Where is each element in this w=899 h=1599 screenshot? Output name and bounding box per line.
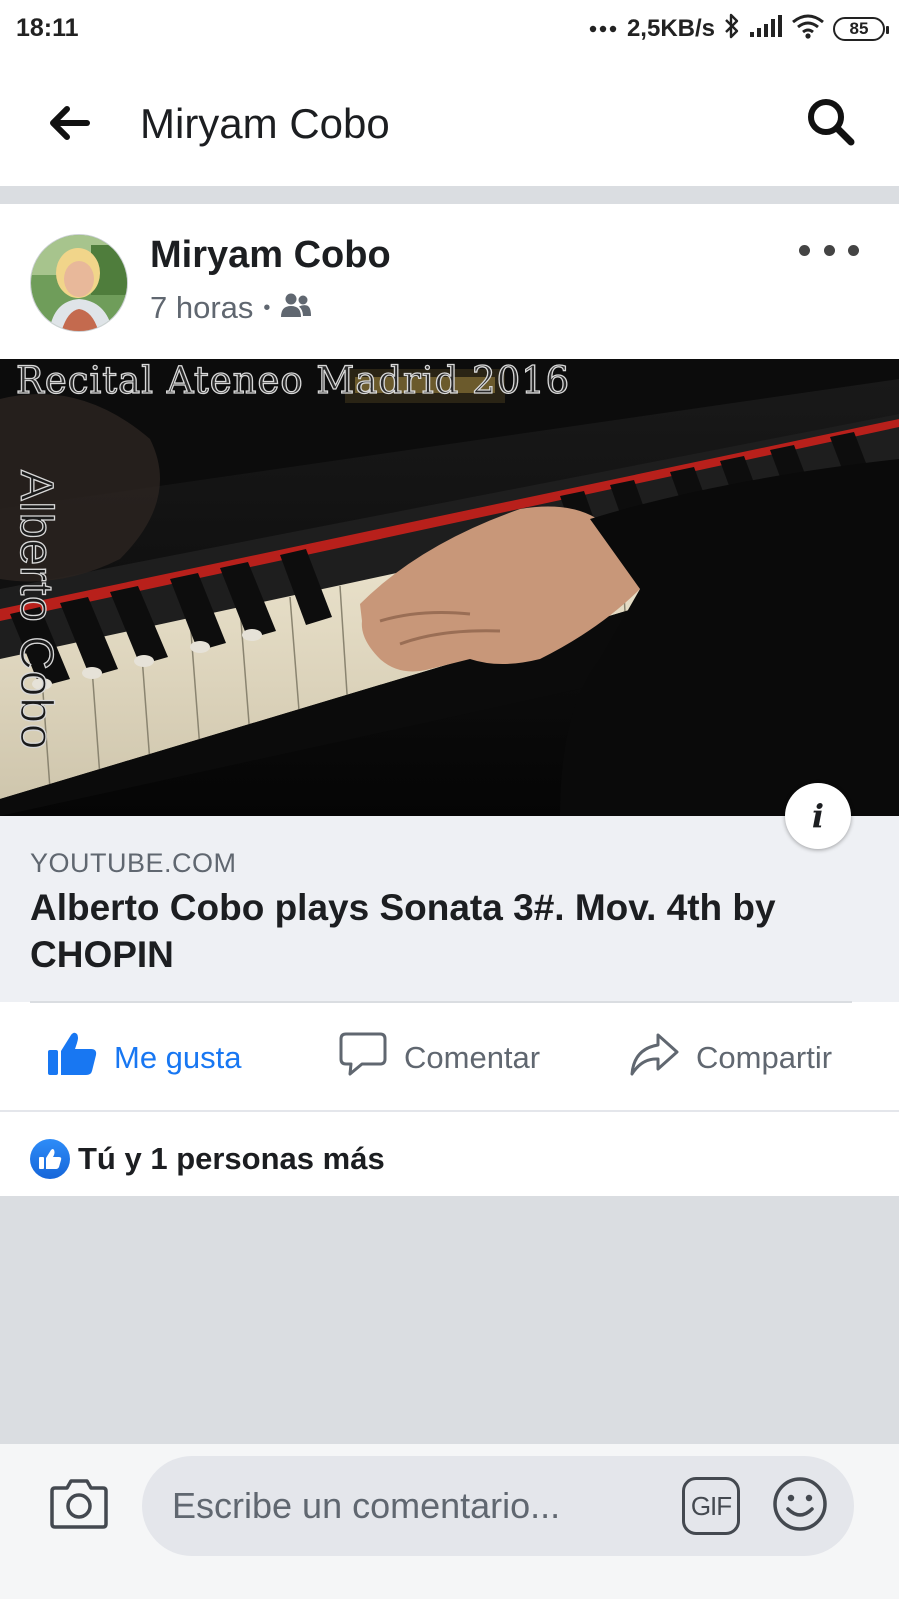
- more-horizontal-icon: [799, 244, 810, 256]
- gif-button[interactable]: GIF: [682, 1477, 740, 1535]
- video-thumbnail[interactable]: Recital Ateneo Madrid 2016: [0, 359, 899, 816]
- like-label: Me gusta: [114, 1040, 242, 1075]
- link-source: YOUTUBE.COM: [30, 848, 237, 878]
- search-button[interactable]: [801, 94, 861, 154]
- page-title: Miryam Cobo: [140, 100, 390, 147]
- post-author[interactable]: Miryam Cobo: [150, 234, 391, 277]
- comment-icon: [338, 1031, 388, 1085]
- post-actions: Me gusta Comentar Compartir: [0, 1003, 899, 1111]
- link-title: Alberto Cobo plays Sonata 3#. Mov. 4th b…: [30, 887, 776, 975]
- divider: [0, 186, 899, 204]
- status-icons: 2,5KB/s 85: [589, 12, 889, 45]
- post-time[interactable]: 7 horas: [150, 290, 253, 326]
- like-reaction-icon: [30, 1139, 70, 1179]
- reactions-text: Tú y 1 personas más: [78, 1141, 385, 1176]
- reactions-summary[interactable]: Tú y 1 personas más: [0, 1112, 899, 1196]
- friends-icon: [280, 290, 312, 326]
- comment-input[interactable]: [172, 1476, 662, 1536]
- status-time: 18:11: [16, 14, 79, 42]
- search-icon: [805, 96, 857, 153]
- share-icon: [628, 1031, 680, 1085]
- thumbs-up-icon: [46, 1031, 98, 1085]
- comment-button[interactable]: Comentar: [338, 1029, 540, 1087]
- share-label: Compartir: [696, 1040, 833, 1075]
- post-header: Miryam Cobo 7 horas •: [0, 204, 899, 364]
- comment-field: GIF: [142, 1456, 854, 1556]
- like-button[interactable]: Me gusta: [46, 1029, 242, 1087]
- arrow-left-icon: [47, 105, 91, 146]
- video-watermark-title: Recital Ateneo Madrid 2016: [15, 359, 571, 403]
- comment-composer: GIF: [0, 1444, 899, 1599]
- signal-icon: [749, 14, 783, 43]
- emoji-icon: [771, 1475, 829, 1538]
- emoji-button[interactable]: [770, 1476, 830, 1536]
- avatar[interactable]: [30, 234, 128, 332]
- comments-area: [0, 1196, 899, 1444]
- more-dots-icon: [589, 20, 619, 38]
- video-watermark-author: Alberto Cobo: [10, 469, 63, 751]
- back-button[interactable]: [42, 98, 96, 152]
- camera-icon: [49, 1476, 109, 1535]
- battery-indicator: 85: [833, 16, 889, 41]
- meta-separator: •: [263, 296, 271, 319]
- bluetooth-icon: [723, 12, 741, 45]
- wifi-icon: [791, 13, 825, 44]
- more-options-button[interactable]: [799, 240, 859, 260]
- info-icon: i: [811, 797, 825, 835]
- top-app-bar: Miryam Cobo: [0, 62, 899, 186]
- link-preview[interactable]: YOUTUBE.COM Alberto Cobo plays Sonata 3#…: [0, 816, 899, 1002]
- info-button[interactable]: i: [785, 783, 851, 849]
- piano-image: [0, 359, 899, 816]
- post-meta: 7 horas •: [150, 290, 312, 326]
- comment-label: Comentar: [404, 1040, 541, 1075]
- network-speed: 2,5KB/s: [626, 14, 715, 42]
- status-bar: 18:11 2,5KB/s 85: [0, 0, 899, 62]
- share-button[interactable]: Compartir: [628, 1029, 832, 1087]
- camera-button[interactable]: [48, 1474, 110, 1536]
